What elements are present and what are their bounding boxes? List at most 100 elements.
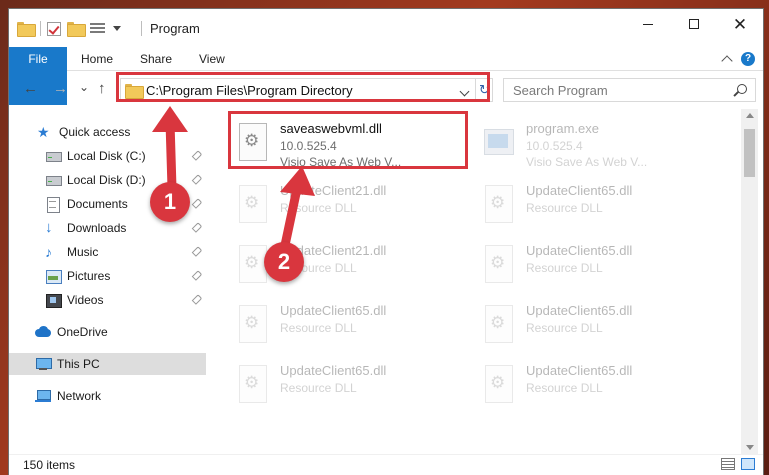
window-title: Program (150, 21, 200, 36)
pin-icon[interactable] (191, 198, 203, 209)
tab-home[interactable]: Home (81, 47, 113, 71)
search-box[interactable] (503, 78, 756, 102)
pin-icon[interactable] (191, 294, 203, 305)
scroll-up-icon[interactable] (746, 113, 754, 118)
pin-icon[interactable] (191, 222, 203, 233)
dll-file-icon (236, 185, 268, 223)
search-icon[interactable] (737, 84, 747, 94)
expand-ribbon-icon[interactable] (721, 55, 733, 67)
file-name: saveaswebvml.dll (280, 121, 382, 136)
maximize-icon (689, 19, 699, 29)
sidebar-item-music[interactable]: ♪ Music (9, 241, 206, 263)
recent-locations-button[interactable]: ⌄ (79, 80, 89, 94)
refresh-button[interactable]: ↻ (475, 79, 493, 101)
file-item[interactable]: UpdateClient65.dll Resource DLL (478, 357, 718, 415)
file-item[interactable]: UpdateClient65.dll Resource DLL (478, 177, 718, 235)
file-item[interactable]: UpdateClient65.dll Resource DLL (478, 237, 718, 295)
scrollbar-thumb[interactable] (744, 129, 755, 177)
sidebar-item-network[interactable]: Network (9, 385, 206, 407)
address-bar[interactable]: C:\Program Files\Program Directory ↻ (120, 78, 493, 102)
dll-file-icon (482, 305, 514, 343)
item-count: 150 items (23, 458, 76, 472)
file-name: UpdateClient65.dll (280, 303, 387, 318)
dll-file-icon (236, 365, 268, 403)
file-item[interactable]: UpdateClient65.dll Resource DLL (232, 357, 472, 415)
pin-icon[interactable] (191, 270, 203, 281)
sidebar-item-label: OneDrive (57, 325, 108, 339)
file-description: Resource DLL (526, 321, 603, 335)
sidebar-item-label: Local Disk (C:) (67, 149, 146, 163)
file-version: 10.0.525.4 (526, 139, 583, 153)
sidebar-item-onedrive[interactable]: OneDrive (9, 321, 206, 343)
dll-file-icon (482, 365, 514, 403)
disk-icon (45, 149, 62, 163)
sidebar-item-local-disk-c[interactable]: Local Disk (C:) (9, 145, 206, 167)
sidebar-item-pictures[interactable]: Pictures (9, 265, 206, 287)
file-name: UpdateClient65.dll (526, 363, 633, 378)
file-item-saveaswebvml-dll[interactable]: saveaswebvml.dll 10.0.525.4 Visio Save A… (232, 115, 472, 173)
maximize-button[interactable] (671, 9, 717, 39)
star-icon: ★ (37, 124, 50, 140)
tab-view[interactable]: View (199, 47, 225, 71)
help-icon[interactable]: ? (741, 52, 755, 66)
details-view-icon[interactable] (721, 458, 735, 470)
file-version: 10.0.525.4 (280, 139, 337, 153)
sidebar-item-quick-access[interactable]: ★ Quick access (9, 121, 206, 143)
toolbar-dropdown-icon[interactable] (113, 26, 121, 31)
navigation-bar: ← → ⌄ ↑ C:\Program Files\Program Directo… (9, 72, 763, 106)
tab-share[interactable]: Share (140, 47, 172, 71)
file-description: Resource DLL (526, 201, 603, 215)
forward-button[interactable]: → (53, 80, 68, 97)
tiles-view-icon[interactable] (741, 458, 755, 470)
new-folder-icon[interactable] (67, 22, 86, 37)
callout-2: 2 (264, 242, 304, 282)
network-icon (35, 389, 51, 403)
sidebar-item-this-pc[interactable]: This PC (9, 353, 206, 375)
address-dropdown-icon[interactable] (459, 86, 470, 97)
cloud-icon (35, 325, 51, 339)
dll-file-icon (236, 123, 268, 161)
sidebar-item-label: Quick access (59, 125, 131, 139)
file-description: Resource DLL (280, 381, 357, 395)
file-description: Resource DLL (526, 381, 603, 395)
pin-icon[interactable] (191, 150, 203, 161)
file-description: Visio Save As Web V... (526, 155, 648, 169)
back-button[interactable]: ← (23, 80, 38, 97)
dll-file-icon (482, 185, 514, 223)
file-name: program.exe (526, 121, 599, 136)
ribbon-right-controls: ? (721, 52, 755, 67)
file-name: UpdateClient65.dll (526, 183, 633, 198)
scroll-down-icon[interactable] (746, 445, 754, 450)
sidebar-item-videos[interactable]: Videos (9, 289, 206, 311)
sidebar-item-label: Downloads (67, 221, 127, 235)
pin-icon[interactable] (191, 246, 203, 257)
file-item-program-exe[interactable]: program.exe 10.0.525.4 Visio Save As Web… (478, 115, 718, 173)
pin-icon[interactable] (191, 174, 203, 185)
file-name: UpdateClient65.dll (280, 363, 387, 378)
view-buttons (721, 458, 755, 470)
ribbon-tabs: File Home Share View ? (9, 47, 763, 105)
file-item[interactable]: UpdateClient21.dll Resource DLL (232, 177, 472, 235)
properties-check-icon[interactable] (47, 21, 61, 36)
sidebar-item-label: Music (67, 245, 99, 259)
up-button[interactable]: ↑ (98, 80, 106, 97)
pictures-icon (45, 269, 62, 284)
toolbar-separator (40, 21, 41, 36)
file-description: Resource DLL (280, 321, 357, 335)
sidebar-item-label: Pictures (67, 269, 111, 283)
minimize-button[interactable] (625, 9, 671, 39)
file-name: UpdateClient65.dll (526, 243, 633, 258)
documents-icon (45, 197, 61, 213)
file-name: UpdateClient21.dll (280, 183, 387, 198)
status-bar: 150 items (9, 454, 763, 475)
search-input[interactable] (504, 79, 724, 101)
file-item[interactable]: UpdateClient65.dll Resource DLL (232, 297, 472, 355)
callout-1: 1 (150, 182, 190, 222)
address-path[interactable]: C:\Program Files\Program Directory (146, 83, 353, 98)
computer-icon (35, 357, 52, 371)
dll-file-icon (482, 245, 514, 283)
vertical-scrollbar[interactable] (741, 109, 758, 454)
customize-list-icon[interactable] (90, 22, 105, 35)
close-button[interactable]: ✕ (717, 9, 763, 39)
file-item[interactable]: UpdateClient65.dll Resource DLL (478, 297, 718, 355)
